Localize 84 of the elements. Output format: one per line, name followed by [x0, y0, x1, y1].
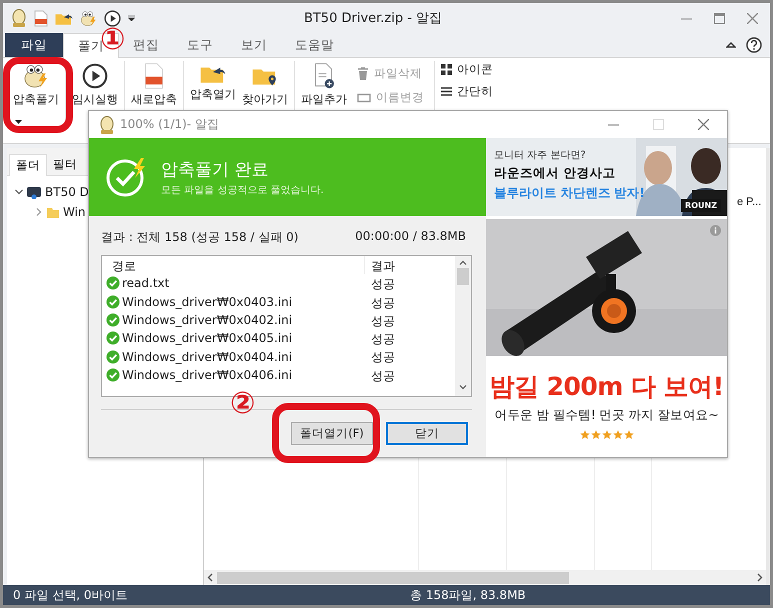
ribbon-tab[interactable]: 도움말: [281, 33, 348, 57]
file-path-cell: read.txt: [122, 276, 170, 290]
result-summary: 결과 : 전체 158 (성공 158 / 실패 0): [101, 229, 298, 246]
result-cell-text: 성공: [370, 331, 396, 348]
dialog-button[interactable]: 폴더열기(F): [291, 422, 373, 445]
ad-text: 모니터 자주 본다면?: [494, 149, 587, 162]
file-path-cell: Windows_driver₩0x0406.ini: [122, 368, 292, 382]
ad-text: 라운즈에서 안경사고: [494, 165, 616, 182]
status-text: 0 파일 선택, 0바이트: [13, 586, 129, 604]
scroll-right-icon: [757, 573, 763, 582]
info-icon: [710, 225, 721, 236]
result-cell-text: 성공: [370, 368, 396, 384]
help-icon: [746, 37, 762, 53]
step-number: ②: [230, 389, 256, 419]
rename-icon: [357, 92, 371, 102]
ribbon-button[interactable]: 새로압축: [129, 61, 179, 107]
check-icon: [106, 368, 120, 382]
star-icon: [602, 430, 612, 440]
scroll-down-icon: [459, 385, 467, 390]
archive-icon: [26, 185, 42, 199]
window-title: BT50 Driver.zip - 알집: [302, 10, 444, 27]
list-icon: [441, 87, 452, 96]
frog-icon: [80, 10, 97, 26]
star-icon: [612, 430, 622, 440]
status-message: 모든 파일을 성공적으로 풀었습니다.: [161, 184, 324, 196]
check-icon: [106, 331, 120, 346]
play-icon: [82, 63, 108, 89]
close-icon: [747, 12, 758, 24]
play-icon: [104, 10, 121, 26]
ad-text: 블루라이트 차단렌즈 받자!: [494, 185, 644, 202]
view-option[interactable]: 간단히: [441, 84, 493, 99]
ribbon-button[interactable]: 압축풀기: [11, 61, 61, 107]
file-menu-tab[interactable]: 파일: [5, 33, 63, 57]
trash-icon: [357, 67, 369, 80]
check-icon: [106, 276, 120, 290]
ad-logo: ROUNZ: [681, 199, 721, 212]
ribbon-button[interactable]: 임시실행: [70, 61, 120, 107]
ad-text: 어두운 밤 필수템! 먼곳 까지 잘보여요~: [494, 407, 720, 424]
file-path-cell: Windows_driver₩0x0405.ini: [122, 331, 292, 346]
file-path-cell: Windows_driver₩0x0402.ini: [122, 313, 292, 328]
zip-file-icon: [34, 10, 48, 26]
result-cell-text: 성공: [370, 312, 396, 330]
star-icon: [590, 430, 600, 440]
check-icon: [106, 350, 120, 364]
ad-headline: 밤길 200m 다 보여!: [488, 371, 725, 403]
elapsed-size: 00:00:00 / 83.8MB: [355, 229, 466, 245]
frog-icon: [23, 63, 49, 89]
ribbon-tab[interactable]: 도구: [173, 33, 227, 57]
ribbon-button[interactable]: 압축열기: [188, 61, 238, 102]
file-path-cell: Windows_driver₩0x0403.ini: [122, 294, 292, 309]
result-cell-text: 성공: [370, 349, 396, 366]
star-icon: [580, 430, 590, 440]
maximize-icon: [714, 12, 725, 24]
status-text: 총 158파일, 83.8MB: [410, 586, 526, 604]
check-icon: [106, 294, 120, 309]
scroll-thumb: [457, 268, 469, 285]
view-option[interactable]: 아이콘: [441, 62, 493, 77]
dropdown-icon: [128, 15, 135, 21]
tree-item[interactable]: Win: [63, 205, 86, 219]
ribbon-tab[interactable]: 보기: [227, 33, 281, 57]
status-heading: 압축풀기 완료: [161, 158, 270, 180]
result-cell-text: 성공: [370, 294, 396, 311]
ribbon-button[interactable]: 파일추가: [299, 61, 349, 107]
app-logo-icon: [99, 116, 115, 134]
dialog-button[interactable]: 닫기: [386, 422, 468, 445]
close-icon: [698, 119, 709, 130]
ribbon-button[interactable]: 찾아가기: [240, 61, 290, 107]
file-path-cell: Windows_driver₩0x0404.ini: [122, 350, 292, 364]
star-icon: [624, 430, 634, 440]
tree-item[interactable]: BT50 D: [45, 185, 89, 199]
scroll-up-icon: [459, 260, 467, 265]
pane-tab[interactable]: 필터: [47, 154, 83, 175]
folder-icon: [46, 205, 60, 219]
file-name-cell: e P...: [737, 196, 762, 208]
maximize-icon: [653, 119, 664, 130]
check-icon: [106, 313, 120, 328]
pane-tab[interactable]: 폴더: [9, 154, 47, 176]
scroll-left-icon: [207, 573, 213, 582]
grid-icon: [441, 64, 452, 75]
result-cell-text: 성공: [370, 276, 396, 293]
collapse-ribbon-icon: [726, 41, 736, 49]
dialog-title: 100% (1/1)- 알집: [120, 116, 220, 133]
column-header[interactable]: 경로: [106, 256, 364, 274]
app-logo-icon: [11, 9, 27, 27]
